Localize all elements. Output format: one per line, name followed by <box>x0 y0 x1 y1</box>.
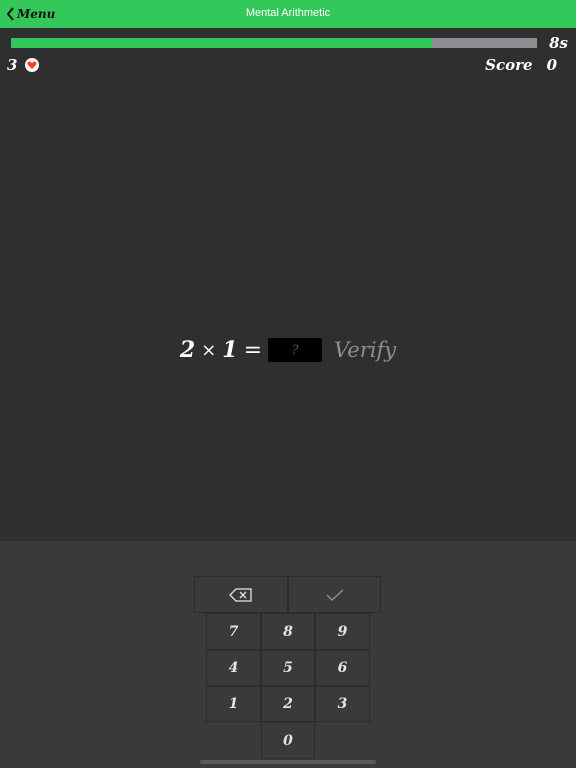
time-progress-fill <box>11 38 432 48</box>
score-label: Score <box>485 56 533 74</box>
page-title: Mental Arithmetic <box>245 7 331 19</box>
backspace-icon <box>229 587 252 602</box>
score-value: 0 <box>546 56 557 74</box>
digit-key-0[interactable]: 0 <box>261 722 315 759</box>
digit-key-4[interactable]: 4 <box>206 650 261 686</box>
digit-key-5[interactable]: 5 <box>261 650 315 686</box>
score-display: Score 0 <box>485 56 557 74</box>
digit-key-1[interactable]: 1 <box>206 686 261 722</box>
time-progress-bar <box>11 38 537 48</box>
answer-input[interactable]: ? <box>268 338 323 362</box>
digit-key-9[interactable]: 9 <box>315 613 370 650</box>
confirm-key[interactable] <box>288 576 381 613</box>
operand-2: 1 <box>222 337 238 363</box>
timer-label: 8s <box>549 34 568 52</box>
digit-key-2[interactable]: 2 <box>261 686 315 722</box>
digit-key-3[interactable]: 3 <box>315 686 370 722</box>
equals-sign: = <box>243 337 263 363</box>
lives-value: 3 <box>7 56 18 74</box>
navigation-bar: Menu Mental Arithmetic <box>0 0 576 28</box>
question-row: 2 × 1 = ? Verify <box>0 336 576 364</box>
verify-button[interactable]: Verify <box>334 338 396 362</box>
digit-key-8[interactable]: 8 <box>261 613 315 650</box>
home-indicator <box>200 760 376 764</box>
operator-sign: × <box>201 339 217 361</box>
digit-key-6[interactable]: 6 <box>315 650 370 686</box>
answer-placeholder: ? <box>291 342 299 358</box>
lives-counter: 3 <box>7 56 40 74</box>
digit-key-7[interactable]: 7 <box>206 613 261 650</box>
heart-icon <box>25 58 40 72</box>
checkmark-icon <box>326 588 343 601</box>
operand-1: 2 <box>179 337 196 363</box>
backspace-key[interactable] <box>194 576 288 613</box>
